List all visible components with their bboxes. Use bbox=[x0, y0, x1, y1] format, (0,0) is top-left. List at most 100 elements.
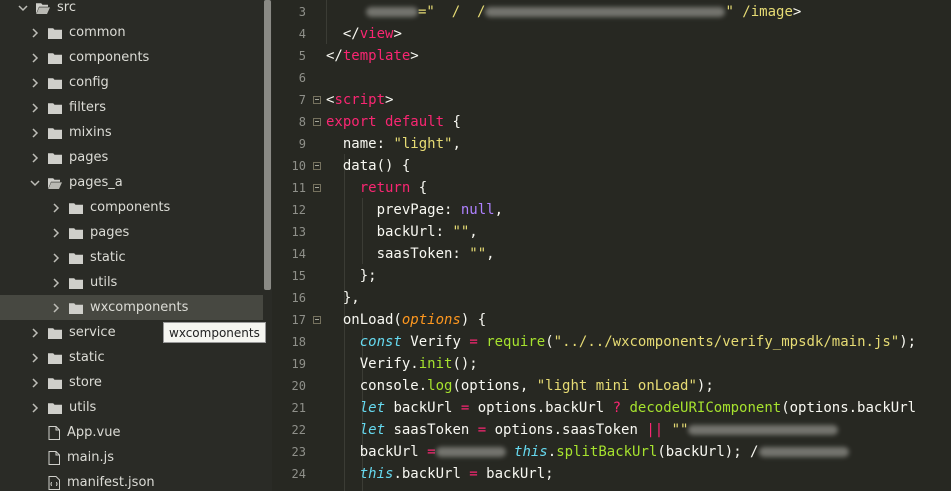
chevron-right-icon[interactable] bbox=[30, 27, 40, 39]
chevron-down-icon[interactable] bbox=[30, 177, 40, 189]
chevron-right-icon[interactable] bbox=[30, 152, 40, 164]
code-line[interactable]: export default { bbox=[326, 111, 461, 133]
code-token: backUrl bbox=[385, 400, 461, 416]
explorer-scrollbar[interactable] bbox=[263, 0, 272, 491]
line-number: 7 bbox=[298, 93, 306, 107]
tree-folder-store[interactable]: store bbox=[0, 370, 272, 395]
code-line[interactable]: }, bbox=[326, 287, 360, 309]
json-file-icon bbox=[48, 475, 60, 490]
tree-folder-mixins[interactable]: mixins bbox=[0, 120, 272, 145]
code-line[interactable]: backUrl: "", bbox=[326, 221, 478, 243]
code-token: init bbox=[418, 356, 453, 372]
code-area[interactable]: =" / / " /image> </view> </template> <scrip… bbox=[326, 0, 951, 491]
code-line[interactable]: prevPage: null, bbox=[326, 199, 503, 221]
fold-toggle-icon[interactable] bbox=[313, 118, 321, 126]
folder-icon bbox=[48, 102, 62, 114]
code-token: = bbox=[427, 444, 436, 460]
code-token: name: bbox=[326, 136, 394, 152]
tree-folder-filters[interactable]: filters bbox=[0, 95, 272, 120]
code-token: options.backUrl bbox=[469, 400, 613, 416]
folder-icon bbox=[48, 377, 62, 389]
redacted-text bbox=[435, 447, 506, 457]
chevron-down-icon[interactable] bbox=[18, 2, 28, 14]
code-token: ); bbox=[899, 334, 917, 350]
tree-folder-pages[interactable]: pages bbox=[0, 145, 272, 170]
code-line[interactable]: }; bbox=[326, 265, 377, 287]
explorer-scrollbar-thumb[interactable] bbox=[264, 0, 271, 290]
chevron-right-icon[interactable] bbox=[30, 402, 40, 414]
code-token: view bbox=[359, 26, 394, 42]
line-number-gutter: 3 4 5 6 7 8 9 10 11 12 13 14 15 16 17 18 19 20 21 22 23 24 bbox=[272, 0, 324, 491]
tree-folder-static[interactable]: static bbox=[0, 245, 272, 270]
chevron-right-icon[interactable] bbox=[51, 302, 61, 314]
line-number: 16 bbox=[291, 291, 306, 305]
fold-toggle-icon[interactable] bbox=[313, 162, 321, 170]
tree-item-label: config bbox=[69, 75, 109, 90]
tree-item-label: mixins bbox=[69, 125, 112, 140]
tree-folder-components[interactable]: components bbox=[0, 195, 272, 220]
redacted-text bbox=[688, 425, 839, 435]
code-line[interactable]: backUrl = this.splitBackUrl(backUrl); / bbox=[326, 441, 849, 463]
fold-toggle-icon[interactable] bbox=[313, 96, 321, 104]
code-line[interactable]: let backUrl = options.backUrl ? decodeUR… bbox=[326, 397, 916, 419]
tree-file-manifest-json[interactable]: manifest.json bbox=[0, 470, 272, 491]
chevron-right-icon[interactable] bbox=[51, 227, 61, 239]
tree-folder-utils[interactable]: utils bbox=[0, 270, 272, 295]
code-line[interactable]: Verify.init(); bbox=[326, 353, 478, 375]
chevron-right-icon[interactable] bbox=[30, 352, 40, 364]
fold-toggle-icon[interactable] bbox=[313, 184, 321, 192]
tree-folder-src[interactable]: src bbox=[0, 0, 272, 20]
tree-folder-pages[interactable]: pages bbox=[0, 220, 272, 245]
code-line[interactable]: <script> bbox=[326, 89, 393, 111]
code-editor[interactable]: 3 4 5 6 7 8 9 10 11 12 13 14 15 16 17 18 19 20 21 22 23 24 ="… bbox=[272, 0, 951, 491]
code-line[interactable]: </template> bbox=[326, 45, 419, 67]
line-number: 19 bbox=[291, 357, 306, 371]
tree-folder-wxcomponents[interactable]: wxcomponents bbox=[0, 295, 272, 320]
chevron-right-icon[interactable] bbox=[30, 102, 40, 114]
code-token: . bbox=[547, 444, 557, 460]
code-token: , bbox=[469, 224, 478, 240]
tree-folder-pages-a[interactable]: pages_a bbox=[0, 170, 272, 195]
code-token: options bbox=[401, 312, 461, 328]
code-line[interactable]: let saasToken = options.saasToken || "" bbox=[326, 419, 839, 441]
code-line[interactable]: const Verify = require("../../wxcomponen… bbox=[326, 331, 916, 353]
code-token: require bbox=[486, 334, 546, 350]
line-number: 5 bbox=[298, 49, 306, 63]
chevron-right-icon[interactable] bbox=[30, 52, 40, 64]
file-icon bbox=[48, 450, 60, 465]
code-line[interactable]: console.log(options, "light mini onLoad"… bbox=[326, 375, 714, 397]
code-line[interactable]: data() { bbox=[326, 155, 410, 177]
chevron-right-icon[interactable] bbox=[51, 252, 61, 264]
chevron-right-icon[interactable] bbox=[30, 77, 40, 89]
tree-folder-components[interactable]: components bbox=[0, 45, 272, 70]
code-token: = bbox=[477, 422, 487, 438]
fold-toggle-icon[interactable] bbox=[313, 316, 321, 324]
code-line[interactable]: saasToken: "", bbox=[326, 243, 495, 265]
line-number: 22 bbox=[291, 423, 306, 437]
code-token: , bbox=[486, 246, 495, 262]
line-number: 20 bbox=[291, 379, 306, 393]
code-line[interactable]: this.backUrl = backUrl; bbox=[326, 463, 554, 485]
tree-file-app-vue[interactable]: App.vue bbox=[0, 420, 272, 445]
chevron-right-icon[interactable] bbox=[30, 327, 40, 339]
code-line[interactable]: return { bbox=[326, 177, 427, 199]
code-line[interactable]: onLoad(options) { bbox=[326, 309, 486, 331]
code-line[interactable]: name: "light", bbox=[326, 133, 461, 155]
code-line[interactable]: =" / / " /image> bbox=[366, 1, 801, 23]
redacted-text bbox=[758, 447, 849, 457]
tree-folder-config[interactable]: config bbox=[0, 70, 272, 95]
tree-file-main-js[interactable]: main.js bbox=[0, 445, 272, 470]
code-token: > bbox=[385, 92, 394, 108]
chevron-right-icon[interactable] bbox=[30, 377, 40, 389]
chevron-right-icon[interactable] bbox=[51, 277, 61, 289]
chevron-right-icon[interactable] bbox=[51, 202, 61, 214]
tree-folder-utils[interactable]: utils bbox=[0, 395, 272, 420]
chevron-right-icon[interactable] bbox=[30, 127, 40, 139]
tree-folder-static[interactable]: static bbox=[0, 345, 272, 370]
code-token: =" / / bbox=[418, 4, 486, 20]
code-line[interactable]: </view> bbox=[326, 23, 402, 45]
tree-folder-common[interactable]: common bbox=[0, 20, 272, 45]
